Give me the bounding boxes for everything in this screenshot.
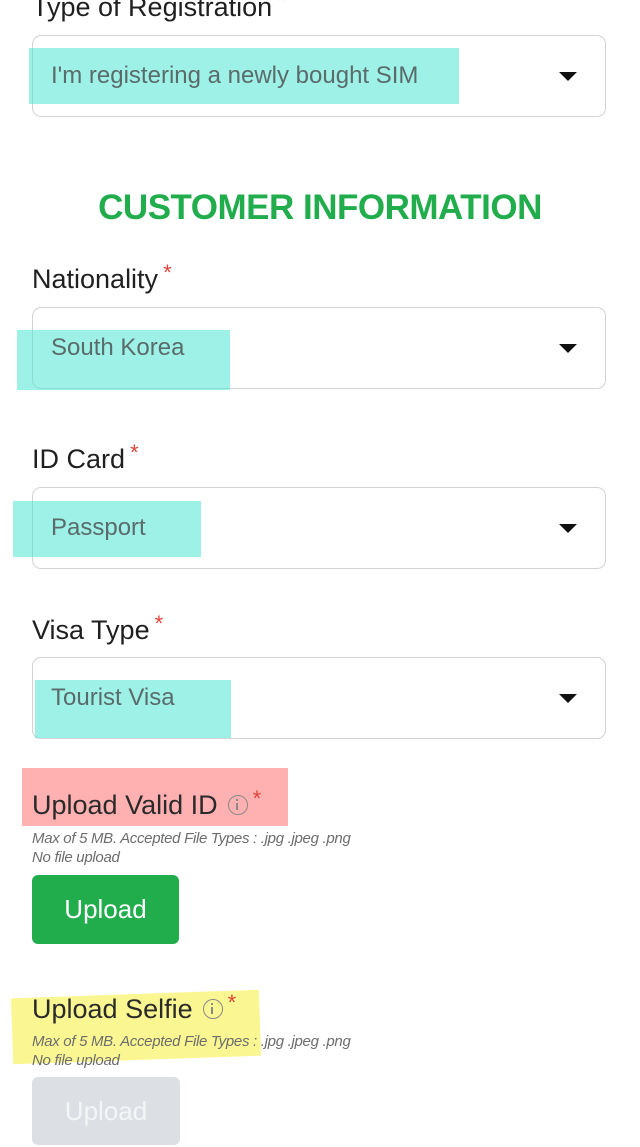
info-icon[interactable] — [227, 795, 248, 815]
visa-type-select[interactable]: Tourist Visa — [32, 657, 606, 739]
chevron-down-icon — [559, 72, 577, 81]
upload-valid-id-button[interactable]: Upload — [32, 875, 179, 944]
required-mark: * — [277, 0, 286, 13]
chevron-down-icon — [559, 344, 577, 353]
upload-selfie-status: No file upload — [32, 1052, 120, 1069]
chevron-down-icon — [559, 524, 577, 533]
nationality-label-text: Nationality — [32, 264, 159, 294]
upload-selfie-hint: Max of 5 MB. Accepted File Types : .jpg … — [32, 1033, 351, 1050]
info-icon[interactable] — [202, 999, 223, 1019]
upload-valid-id-status: No file upload — [32, 849, 120, 866]
required-mark: * — [130, 440, 139, 465]
required-mark: * — [154, 611, 164, 636]
upload-valid-id-hint: Max of 5 MB. Accepted File Types : .jpg … — [32, 830, 351, 847]
upload-selfie-button[interactable]: Upload — [32, 1077, 180, 1145]
required-mark: * — [163, 260, 172, 285]
upload-selfie-label-text: Upload Selfie — [32, 994, 193, 1024]
section-title: CUSTOMER INFORMATION — [98, 188, 542, 227]
visa-type-value: Tourist Visa — [51, 684, 175, 711]
registration-type-label-text: Type of Registration — [32, 0, 273, 22]
upload-selfie-label: Upload Selfie * — [32, 992, 236, 1024]
upload-valid-id-label: Upload Valid ID * — [32, 788, 261, 820]
upload-valid-id-label-text: Upload Valid ID — [32, 790, 218, 820]
chevron-down-icon — [559, 694, 577, 703]
nationality-select[interactable]: South Korea — [17, 307, 606, 390]
id-card-value: Passport — [51, 514, 146, 541]
id-card-select[interactable]: Passport — [13, 487, 606, 569]
registration-type-select[interactable]: I'm registering a newly bought SIM — [29, 35, 606, 117]
required-mark: * — [252, 786, 262, 811]
nationality-label: Nationality * — [32, 262, 172, 294]
visa-type-label-text: Visa Type — [32, 615, 150, 645]
required-mark: * — [227, 990, 237, 1015]
id-card-label: ID Card * — [32, 442, 139, 474]
id-card-label-text: ID Card — [32, 444, 126, 474]
registration-type-label: Type of Registration * — [32, 0, 286, 21]
visa-type-label: Visa Type * — [32, 613, 163, 645]
nationality-value: South Korea — [51, 334, 185, 361]
registration-type-value: I'm registering a newly bought SIM — [51, 62, 419, 89]
